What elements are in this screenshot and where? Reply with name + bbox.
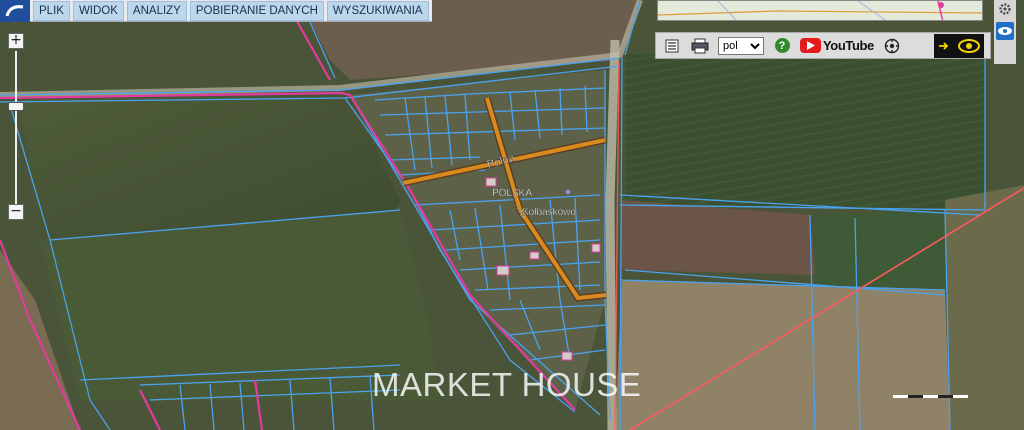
watermark: MARKET HOUSE [372,366,642,403]
menu-strip: PLIK WIDOK ANALIZY POBIERANIE DANYCH WYS… [30,0,432,22]
document-list-icon[interactable] [662,36,682,56]
right-side-panel [994,0,1016,64]
map-toolbar: pol ? YouTube [655,32,991,59]
zoom-control: + − [8,33,24,223]
zoom-out-button[interactable]: − [8,204,24,220]
help-icon: ? [774,38,790,53]
label-kolbaskowo: Kołbaskowo [522,207,576,218]
menu-wyszukiwania[interactable]: WYSZUKIWANIA [326,0,429,21]
layer-visibility-icon[interactable] [996,22,1014,40]
menu-widok[interactable]: WIDOK [72,0,124,21]
menu-bar: PLIK WIDOK ANALIZY POBIERANIE DANYCH WYS… [0,0,432,22]
overview-minimap[interactable] [657,0,983,21]
help-button[interactable]: ? [772,36,792,56]
arrow-right-icon [939,41,949,50]
app-logo[interactable] [0,0,30,22]
label-polska: POLSKA [492,188,532,199]
zoom-slider-track[interactable] [15,51,17,207]
youtube-play-icon [800,38,821,53]
field-east-crop [625,40,985,210]
field-east-green [815,210,950,295]
scale-bar [893,395,968,398]
printer-icon[interactable] [690,36,710,56]
menu-plik[interactable]: PLIK [33,0,70,21]
language-select[interactable]: pol [718,36,764,55]
eye-icon [958,38,980,53]
view-toggle-button[interactable] [934,33,984,58]
youtube-label: YouTube [823,38,874,53]
youtube-link[interactable]: YouTube [800,38,874,53]
village-marker-icon [565,189,571,195]
gear-icon[interactable] [882,36,902,56]
zoom-slider-handle[interactable] [8,102,24,111]
zoom-in-button[interactable]: + [8,33,24,49]
menu-analizy[interactable]: ANALIZY [126,0,187,21]
menu-pobieranie-danych[interactable]: POBIERANIE DANYCH [189,0,324,21]
gear-small-icon[interactable] [998,2,1012,16]
